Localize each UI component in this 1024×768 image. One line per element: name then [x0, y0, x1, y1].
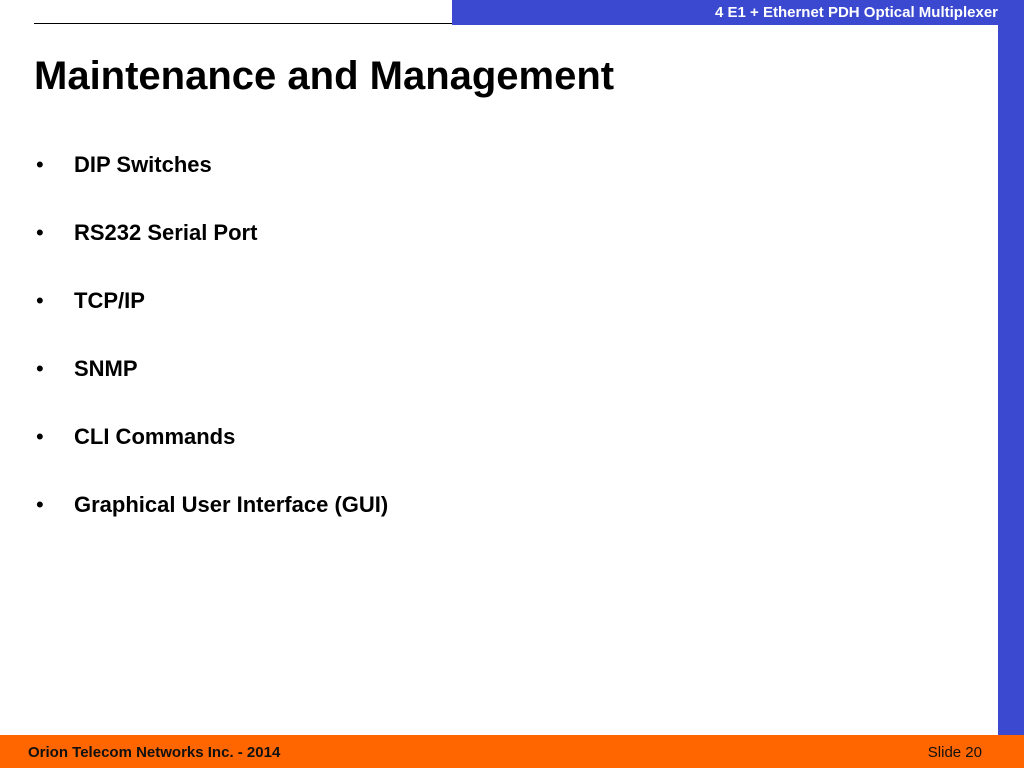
bullet-text: SNMP [74, 356, 138, 381]
slide-title: Maintenance and Management [34, 54, 615, 98]
bullet-list: • DIP Switches • RS232 Serial Port • TCP… [36, 150, 388, 558]
bullet-item-tcpip: • TCP/IP [36, 286, 388, 354]
bullet-icon: • [36, 152, 44, 177]
slide-number: Slide 20 [927, 744, 982, 761]
bullet-icon: • [36, 492, 44, 517]
bullet-item-snmp: • SNMP [36, 354, 388, 422]
bullet-icon: • [36, 220, 44, 245]
product-title: 4 E1 + Ethernet PDH Optical Multiplexer [715, 4, 998, 21]
header-divider-line [34, 23, 454, 24]
bullet-item-gui: • Graphical User Interface (GUI) [36, 490, 388, 558]
bullet-icon: • [36, 356, 44, 381]
bullet-item-dip-switches: • DIP Switches [36, 150, 388, 218]
right-accent-bar [998, 25, 1024, 735]
bullet-icon: • [36, 424, 44, 449]
bullet-text: Graphical User Interface (GUI) [74, 492, 389, 517]
header-bar: 4 E1 + Ethernet PDH Optical Multiplexer [452, 0, 1024, 25]
footer-company: Orion Telecom Networks Inc. - 2014 [28, 744, 281, 761]
bullet-text: RS232 Serial Port [74, 220, 258, 245]
bullet-item-rs232: • RS232 Serial Port [36, 218, 388, 286]
bullet-text: TCP/IP [74, 288, 145, 313]
bullet-text: CLI Commands [74, 424, 236, 449]
footer-bar: Orion Telecom Networks Inc. - 2014 Slide… [0, 735, 1024, 768]
bullet-icon: • [36, 288, 44, 313]
bullet-item-cli: • CLI Commands [36, 422, 388, 490]
bullet-text: DIP Switches [74, 152, 212, 177]
